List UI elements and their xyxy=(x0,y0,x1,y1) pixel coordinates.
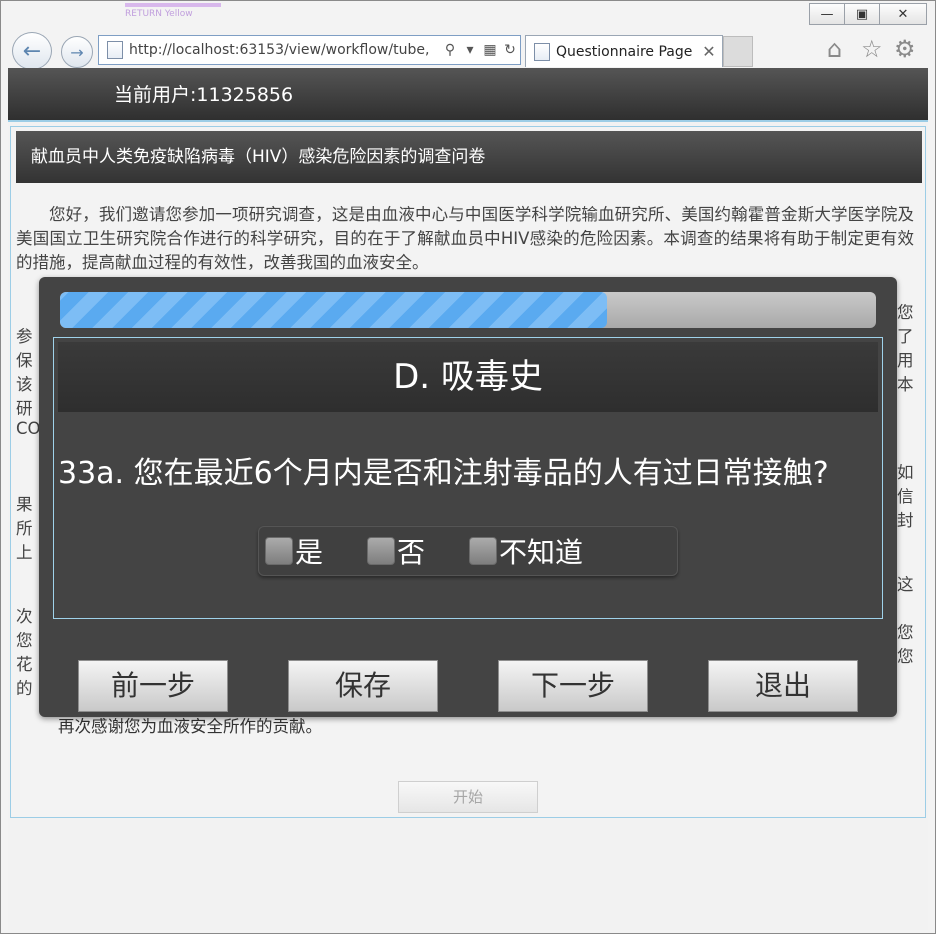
close-window-button[interactable]: ✕ xyxy=(879,3,927,25)
address-url[interactable]: http://localhost:63153/view/workflow/tub… xyxy=(129,42,440,58)
partial-text-fragment: CO xyxy=(16,419,41,438)
ghost-window-title: RETURN Yellow xyxy=(125,9,193,19)
partial-text-fragment: 上 xyxy=(16,543,33,562)
option-yes-label: 是 xyxy=(295,536,324,569)
partial-text-fragment: 参 xyxy=(16,327,33,346)
search-icon[interactable]: ⚲ xyxy=(440,42,460,58)
forward-arrow-icon: → xyxy=(70,42,84,62)
partial-text-fragment: 封 xyxy=(897,511,914,530)
minimize-icon: — xyxy=(820,6,834,22)
progress-bar xyxy=(60,292,876,328)
prev-button[interactable]: 前一步 xyxy=(78,660,228,712)
start-button[interactable]: 开始 xyxy=(398,781,538,813)
partial-text-fragment: 本 xyxy=(897,375,914,394)
home-icon[interactable]: ⌂ xyxy=(827,35,842,63)
partial-text-fragment: 如 xyxy=(897,463,914,482)
partial-text-fragment: 您 xyxy=(16,631,33,650)
tab-title: Questionnaire Page xyxy=(556,43,693,60)
compatibility-icon[interactable]: ▦ xyxy=(480,42,500,58)
progress-fill xyxy=(60,292,607,328)
option-yes[interactable]: 是 xyxy=(265,531,323,571)
partial-text-fragment: 用 xyxy=(897,351,914,370)
partial-text-fragment: 您 xyxy=(897,647,914,666)
answer-options: 是 否 不知道 xyxy=(258,526,678,576)
question-modal: D. 吸毒史 33a. 您在最近6个月内是否和注射毒品的人有过日常接触? 是 否… xyxy=(39,277,897,717)
survey-intro: 您好，我们邀请您参加一项研究调查，这是由血液中心与中国医学科学院输血研究所、美国… xyxy=(16,203,914,275)
partial-text-fragment: 信 xyxy=(897,487,914,506)
settings-gear-icon[interactable]: ⚙ xyxy=(894,35,916,63)
partial-text-fragment: 了 xyxy=(897,327,914,346)
partial-text-fragment: 这 xyxy=(897,575,914,594)
forward-button[interactable]: → xyxy=(61,36,93,68)
checkbox-no[interactable] xyxy=(367,537,396,565)
checkbox-unknown[interactable] xyxy=(469,537,498,565)
favorites-star-icon[interactable]: ☆ xyxy=(861,35,883,63)
partial-text-fragment: 您 xyxy=(897,303,914,322)
survey-title: 献血员中人类免疫缺陷病毒（HIV）感染危险因素的调查问卷 xyxy=(16,131,922,183)
back-arrow-icon: ← xyxy=(22,38,42,64)
save-button[interactable]: 保存 xyxy=(288,660,438,712)
partial-text-fragment: 所 xyxy=(16,519,33,538)
exit-button[interactable]: 退出 xyxy=(708,660,858,712)
partial-text-fragment: 的 xyxy=(16,679,33,698)
current-user-bar: 当前用户:11325856 xyxy=(8,68,928,122)
tab-questionnaire[interactable]: Questionnaire Page ✕ xyxy=(525,35,723,67)
new-tab-button[interactable] xyxy=(723,36,753,67)
option-unknown-label: 不知道 xyxy=(499,536,584,569)
refresh-icon[interactable]: ↻ xyxy=(500,42,520,58)
page-icon xyxy=(107,41,123,59)
partial-text-fragment: 该 xyxy=(16,375,33,394)
partial-text-fragment: 研 xyxy=(16,399,33,418)
tab-page-icon xyxy=(534,42,550,61)
partial-text-fragment: 次 xyxy=(16,607,33,626)
tab-close-icon[interactable]: ✕ xyxy=(696,42,722,61)
maximize-button[interactable]: ▣ xyxy=(844,3,880,25)
maximize-icon: ▣ xyxy=(855,6,869,22)
window-controls: — ▣ ✕ xyxy=(809,3,927,25)
option-no[interactable]: 否 xyxy=(367,531,425,571)
checkbox-yes[interactable] xyxy=(265,537,293,565)
section-title: D. 吸毒史 xyxy=(58,342,878,412)
address-bar[interactable]: http://localhost:63153/view/workflow/tub… xyxy=(98,35,521,65)
dropdown-icon[interactable]: ▾ xyxy=(460,42,480,58)
partial-text-fragment: 果 xyxy=(16,495,33,514)
option-unknown[interactable]: 不知道 xyxy=(469,531,583,571)
question-text: 33a. 您在最近6个月内是否和注射毒品的人有过日常接触? xyxy=(58,456,829,491)
partial-text-fragment: 保 xyxy=(16,351,33,370)
option-no-label: 否 xyxy=(397,536,426,569)
close-icon: ✕ xyxy=(897,6,909,22)
next-button[interactable]: 下一步 xyxy=(498,660,648,712)
question-box: D. 吸毒史 33a. 您在最近6个月内是否和注射毒品的人有过日常接触? 是 否… xyxy=(53,337,883,619)
ghost-title-bar xyxy=(125,3,221,7)
partial-text-fragment: 花 xyxy=(16,655,33,674)
back-button[interactable]: ← xyxy=(12,32,52,70)
partial-text-fragment: 您 xyxy=(897,623,914,642)
minimize-button[interactable]: — xyxy=(809,3,845,25)
intro-paragraph: 您好，我们邀请您参加一项研究调查，这是由血液中心与中国医学科学院输血研究所、美国… xyxy=(16,205,914,272)
